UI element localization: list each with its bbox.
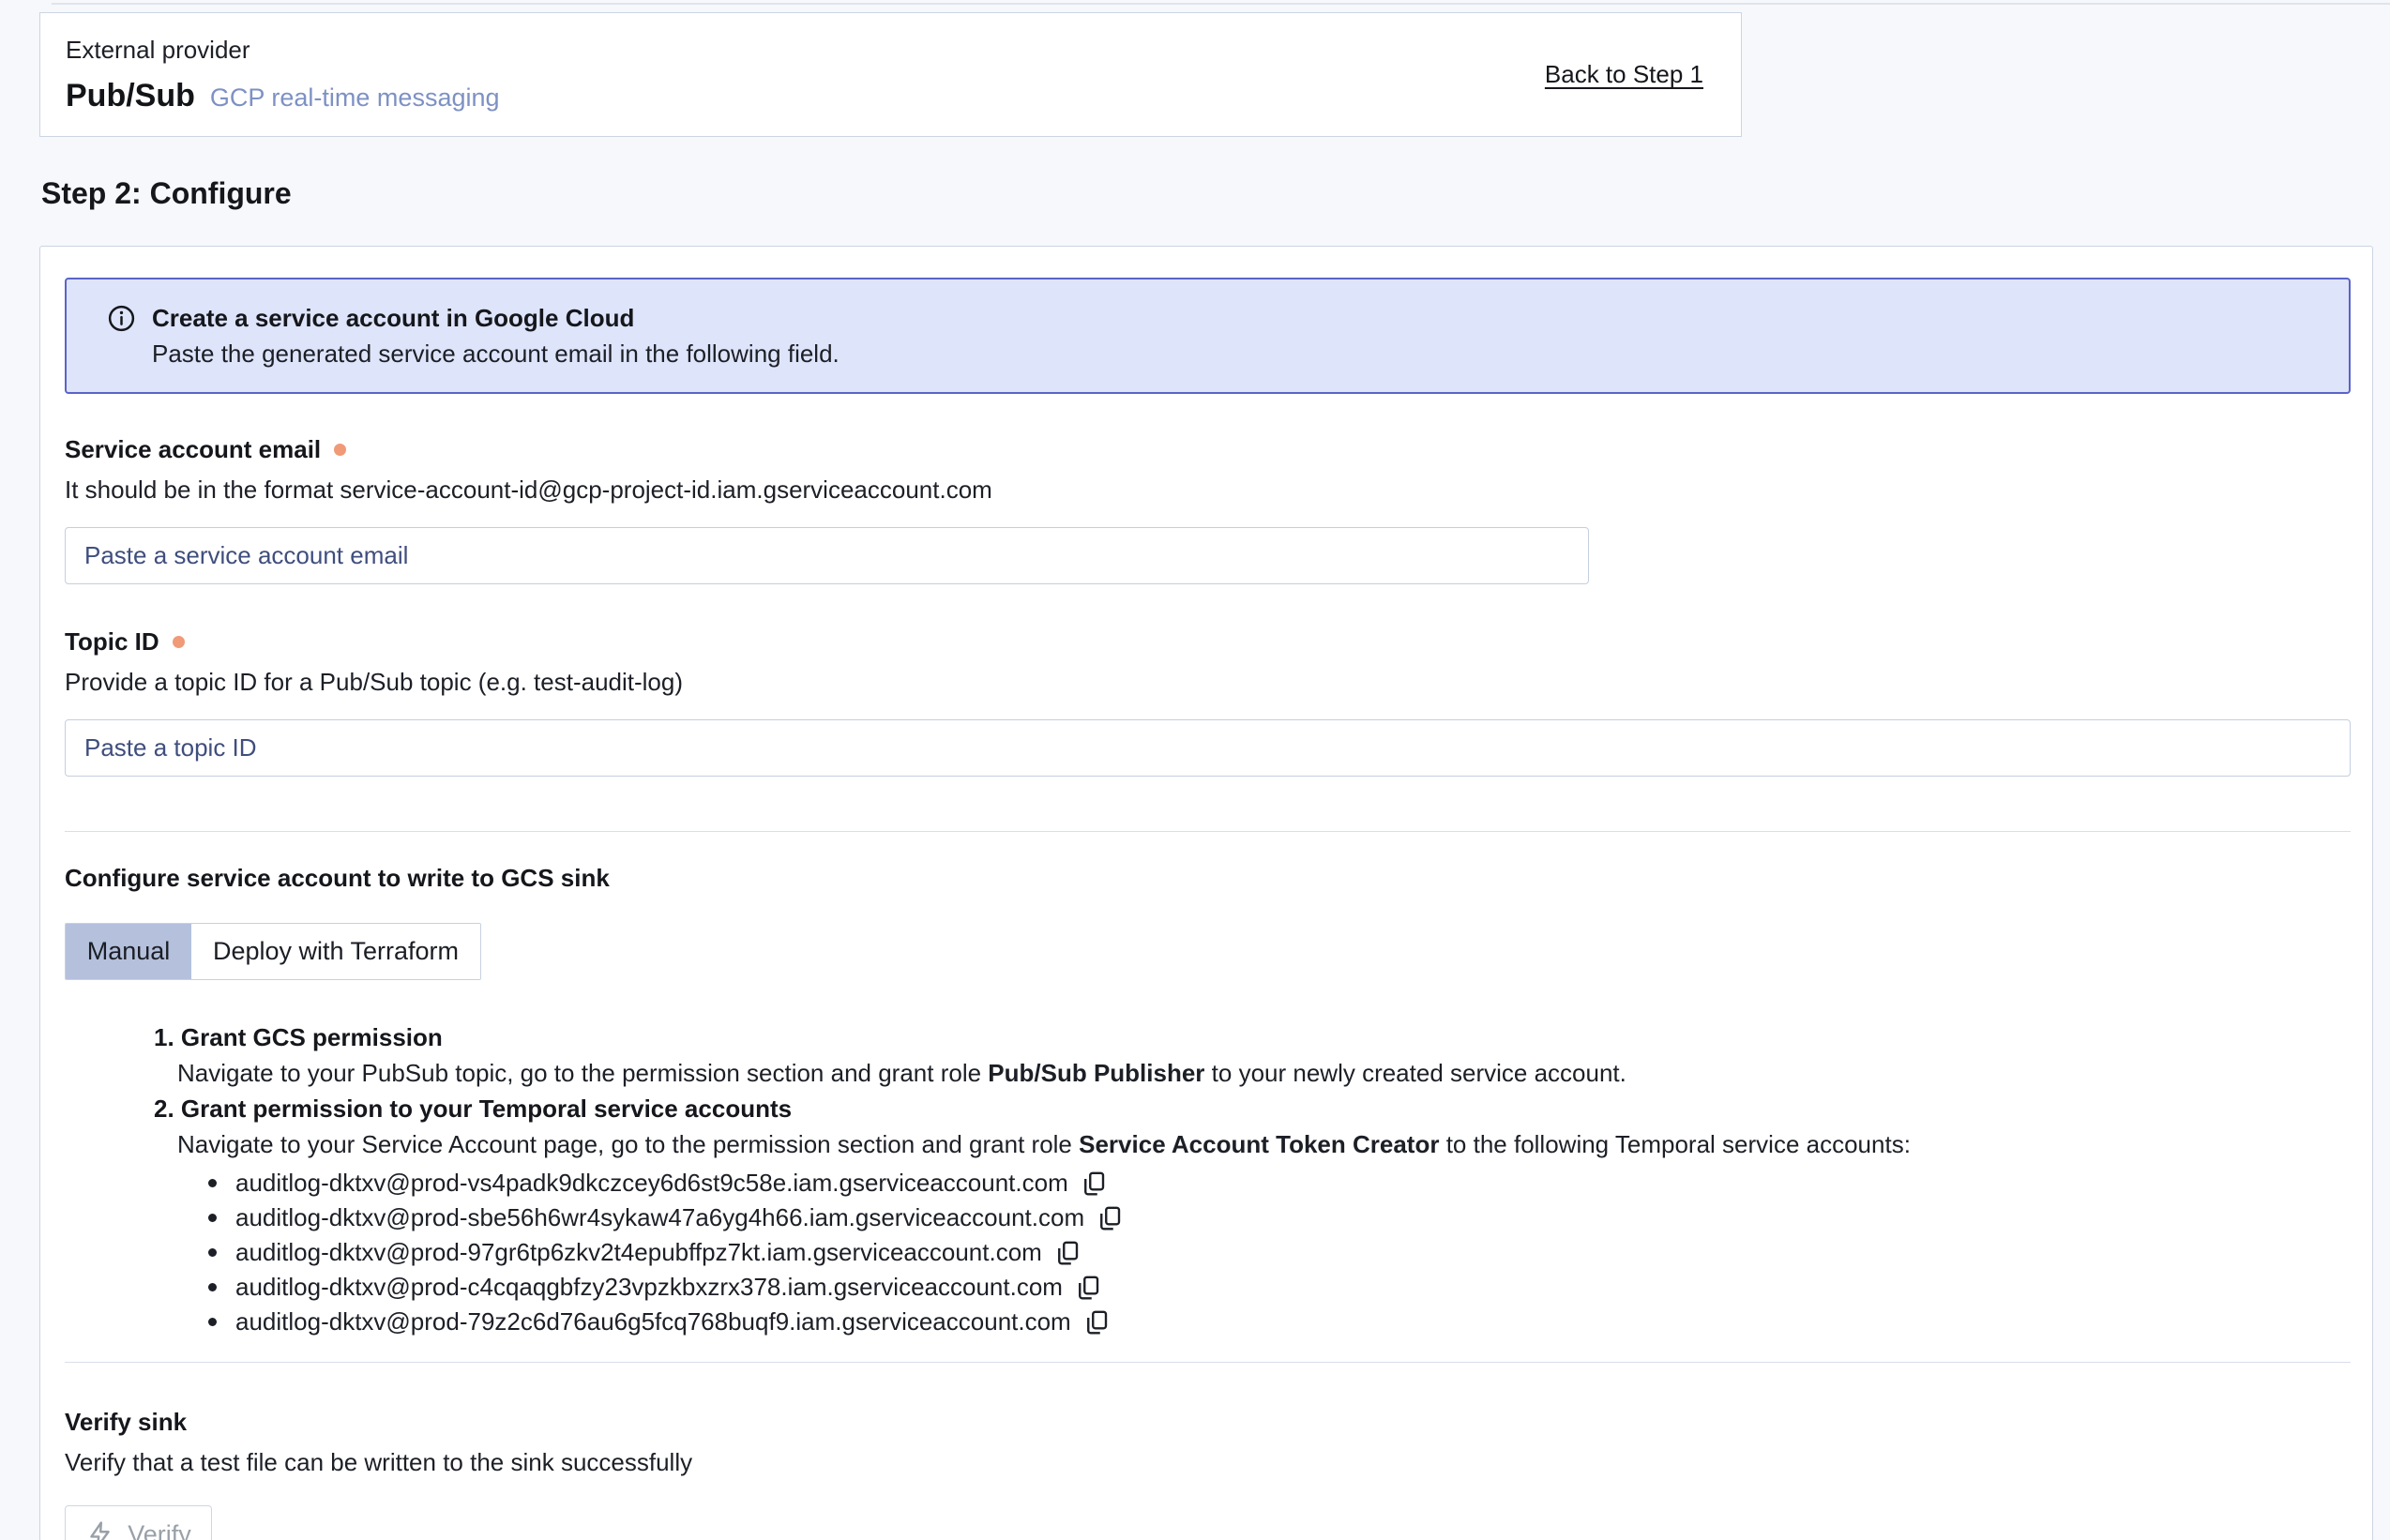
verify-button[interactable]: Verify (65, 1505, 212, 1540)
top-divider (52, 3, 2390, 5)
verify-button-label: Verify (128, 1520, 191, 1540)
provider-tagline: GCP real-time messaging (210, 83, 500, 113)
copy-icon[interactable] (1080, 1170, 1108, 1198)
info-icon (106, 302, 137, 370)
bullet-icon (208, 1248, 217, 1257)
verify-sink-title: Verify sink (65, 1408, 2348, 1437)
step-grant-gcs-permission: 1. Grant GCS permission Navigate to your… (154, 1019, 2348, 1091)
step-number: 2. (154, 1095, 174, 1123)
configure-section-title: Configure service account to write to GC… (65, 864, 2348, 893)
required-indicator (173, 636, 185, 648)
verify-sink-description: Verify that a test file can be written t… (65, 1448, 2348, 1477)
configure-card: Create a service account in Google Cloud… (39, 246, 2373, 1540)
bullet-icon (208, 1214, 217, 1222)
provider-card: External provider Pub/Sub GCP real-time … (39, 12, 1742, 137)
tab-deploy-with-terraform[interactable]: Deploy with Terraform (191, 924, 480, 979)
step-number: 1. (154, 1023, 174, 1051)
info-banner-description: Paste the generated service account emai… (152, 338, 840, 370)
copy-icon[interactable] (1053, 1239, 1082, 1267)
topic-id-label: Topic ID (65, 627, 159, 657)
copy-icon[interactable] (1096, 1204, 1124, 1232)
topic-id-helper: Provide a topic ID for a Pub/Sub topic (… (65, 668, 2348, 697)
copy-icon[interactable] (1074, 1274, 1102, 1302)
service-account-row: auditlog-dktxv@prod-vs4padk9dkczcey6d6st… (208, 1166, 2348, 1200)
service-account-email-label: Service account email (65, 435, 321, 464)
provider-info: External provider Pub/Sub GCP real-time … (66, 36, 500, 114)
step-description: Navigate to your Service Account page, g… (177, 1126, 2348, 1162)
bullet-icon (208, 1283, 217, 1291)
section-divider (65, 831, 2351, 832)
service-account-row: auditlog-dktxv@prod-79z2c6d76au6g5fcq768… (208, 1305, 2348, 1339)
tab-manual[interactable]: Manual (66, 924, 191, 979)
provider-eyebrow: External provider (66, 36, 500, 65)
configure-method-tabs: Manual Deploy with Terraform (65, 923, 481, 980)
service-account-list: auditlog-dktxv@prod-vs4padk9dkczcey6d6st… (208, 1166, 2348, 1339)
service-account-row: auditlog-dktxv@prod-c4cqaqgbfzy23vpzkbxz… (208, 1270, 2348, 1305)
service-account-email: auditlog-dktxv@prod-sbe56h6wr4sykaw47a6y… (235, 1203, 1084, 1232)
step-grant-temporal-permission: 2. Grant permission to your Temporal ser… (154, 1091, 2348, 1339)
step-title: Grant permission to your Temporal servic… (181, 1095, 792, 1123)
step-title: Grant GCS permission (181, 1023, 443, 1051)
service-account-row: auditlog-dktxv@prod-sbe56h6wr4sykaw47a6y… (208, 1200, 2348, 1235)
provider-name: Pub/Sub (66, 78, 195, 114)
instruction-steps: 1. Grant GCS permission Navigate to your… (154, 1019, 2348, 1339)
topic-id-input[interactable] (65, 719, 2351, 777)
service-account-row: auditlog-dktxv@prod-97gr6tp6zkv2t4epubff… (208, 1235, 2348, 1270)
lightning-icon (85, 1520, 114, 1540)
required-indicator (334, 444, 346, 456)
service-account-email: auditlog-dktxv@prod-c4cqaqgbfzy23vpzkbxz… (235, 1273, 1063, 1302)
service-account-email: auditlog-dktxv@prod-vs4padk9dkczcey6d6st… (235, 1169, 1068, 1198)
info-banner-title: Create a service account in Google Cloud (152, 302, 840, 334)
step-description: Navigate to your PubSub topic, go to the… (177, 1055, 2348, 1091)
back-to-step-1-link[interactable]: Back to Step 1 (1545, 60, 1703, 89)
service-account-email-input[interactable] (65, 527, 1589, 584)
info-banner: Create a service account in Google Cloud… (65, 278, 2351, 394)
service-account-email-helper: It should be in the format service-accou… (65, 476, 2348, 505)
page-title: Step 2: Configure (41, 176, 2390, 211)
section-divider (65, 1362, 2351, 1363)
service-account-email: auditlog-dktxv@prod-79z2c6d76au6g5fcq768… (235, 1307, 1071, 1336)
copy-icon[interactable] (1082, 1308, 1111, 1336)
bullet-icon (208, 1179, 217, 1187)
service-account-email: auditlog-dktxv@prod-97gr6tp6zkv2t4epubff… (235, 1238, 1042, 1267)
bullet-icon (208, 1318, 217, 1326)
